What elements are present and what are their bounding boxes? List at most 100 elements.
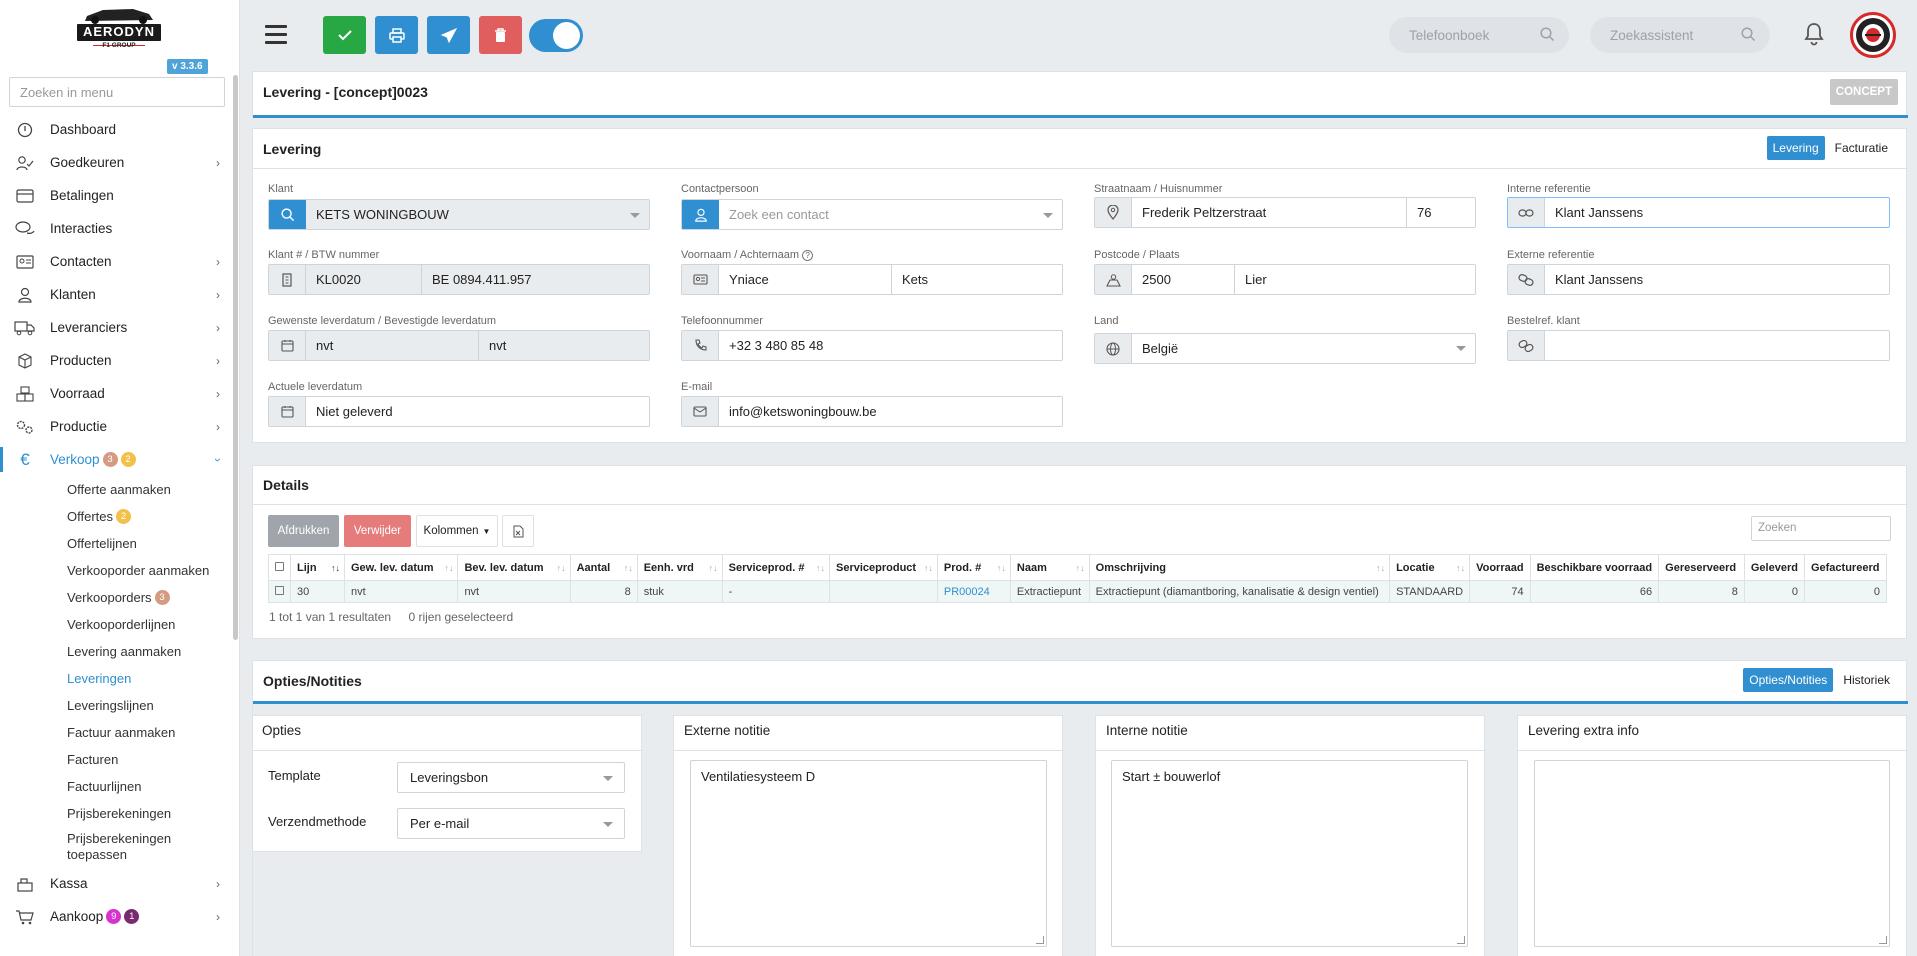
city-input[interactable]: Lier xyxy=(1234,265,1475,294)
sidebar-scrollbar[interactable] xyxy=(233,75,238,640)
phone-input[interactable]: +32 3 480 85 48 xyxy=(719,331,1062,360)
tab-facturatie[interactable]: Facturatie xyxy=(1829,136,1894,160)
col-prod-nr[interactable]: Prod. # ↑↓ xyxy=(936,554,1011,581)
col-gereserveerd[interactable]: Gereserveerd xyxy=(1658,554,1745,581)
klant-select[interactable]: KETS WONINGBOUW xyxy=(268,199,650,230)
resize-handle-icon[interactable] xyxy=(1036,936,1044,944)
submenu-verkooporders[interactable]: Verkooporders 3 xyxy=(0,584,232,611)
sidebar-item-interacties[interactable]: Interacties xyxy=(0,212,232,245)
tab-opties-notities[interactable]: Opties/Notities xyxy=(1743,668,1834,692)
col-naam[interactable]: Naam ↑↓ xyxy=(1009,554,1090,581)
col-label: Omschrijving xyxy=(1095,561,1166,574)
submenu-prijsberekeningen[interactable]: Prijsberekeningen xyxy=(0,800,232,827)
actual-date-input[interactable]: Niet geleverd xyxy=(306,397,649,426)
sidebar-item-leveranciers[interactable]: Leveranciers › xyxy=(0,311,232,344)
submenu-leveringslijnen[interactable]: Leveringslijnen xyxy=(0,692,232,719)
order-ref-input[interactable] xyxy=(1545,331,1889,360)
submenu-offerte-aanmaken[interactable]: Offerte aanmaken xyxy=(0,476,232,503)
submenu-factuurlijnen[interactable]: Factuurlijnen xyxy=(0,773,232,800)
chevron-right-icon: › xyxy=(216,910,220,924)
table-row[interactable]: 30 nvt nvt 8 stuk - PR00024 Extractiepun… xyxy=(268,580,1888,603)
delete-button[interactable] xyxy=(479,16,522,54)
sidebar-item-productie[interactable]: Productie › xyxy=(0,410,232,443)
sidebar-item-kassa[interactable]: Kassa › xyxy=(0,867,232,900)
external-note-textarea[interactable]: Ventilatiesysteem D xyxy=(690,760,1047,947)
sidebar-item-voorraad[interactable]: Voorraad › xyxy=(0,377,232,410)
select-all-checkbox[interactable] xyxy=(268,554,291,581)
avatar[interactable] xyxy=(1850,12,1896,58)
col-geleverd[interactable]: Geleverd xyxy=(1743,554,1805,581)
sidebar-item-aankoop[interactable]: Aankoop 9 1 › xyxy=(0,900,232,933)
resize-handle-icon[interactable] xyxy=(1879,936,1887,944)
col-locatie[interactable]: Locatie ↑↓ xyxy=(1389,554,1471,581)
submenu-prijsberekeningen-toepassen[interactable]: Prijsberekeningen toepassen xyxy=(0,827,232,867)
col-serviceprod-nr[interactable]: Serviceprod. # ↑↓ xyxy=(721,554,831,581)
contact-select[interactable]: Zoek een contact xyxy=(681,199,1063,230)
internal-note-text: Start ± bouwerlof xyxy=(1122,769,1221,784)
col-serviceproduct[interactable]: Serviceproduct ↑↓ xyxy=(829,554,938,581)
postcode-input[interactable]: 2500 xyxy=(1132,265,1234,294)
hamburger-menu-icon[interactable] xyxy=(265,25,287,44)
menu-search-input[interactable] xyxy=(9,77,225,107)
tab-historiek[interactable]: Historiek xyxy=(1837,668,1896,692)
bell-icon[interactable] xyxy=(1803,22,1825,49)
submenu-offertes[interactable]: Offertes 2 xyxy=(0,503,232,530)
sidebar-item-goedkeuren[interactable]: Goedkeuren › xyxy=(0,146,232,179)
col-voorraad[interactable]: Voorraad xyxy=(1469,554,1531,581)
firstname-input[interactable]: Yniace xyxy=(719,265,891,294)
shipping-method-select[interactable]: Per e-mail xyxy=(397,808,625,839)
external-ref-input[interactable]: Klant Janssens xyxy=(1545,265,1889,294)
aerodyn-logo[interactable]: AERODYN F1 GROUP xyxy=(73,4,165,54)
col-bev-lev-datum[interactable]: Bev. lev. datum ↑↓ xyxy=(457,554,571,581)
col-gefactureerd[interactable]: Gefactureerd xyxy=(1803,554,1888,581)
submenu-levering-aanmaken[interactable]: Levering aanmaken xyxy=(0,638,232,665)
submenu-offertelijnen[interactable]: Offertelijnen xyxy=(0,530,232,557)
street-input[interactable]: Frederik Peltzerstraat xyxy=(1132,198,1406,227)
question-circle-icon[interactable]: ? xyxy=(802,250,814,261)
print-button[interactable] xyxy=(375,16,418,54)
sidebar-item-contacten[interactable]: Contacten › xyxy=(0,245,232,278)
confirm-button[interactable] xyxy=(323,16,366,54)
internal-ref-input[interactable]: Klant Janssens xyxy=(1545,198,1889,227)
resize-handle-icon[interactable] xyxy=(1457,936,1465,944)
email-input[interactable]: info@ketswoningbouw.be xyxy=(719,397,1062,426)
phonebook-search[interactable]: Telefoonboek xyxy=(1389,17,1569,53)
toggle-switch[interactable] xyxy=(529,19,583,52)
col-lijn[interactable]: Lijn ↑↓ xyxy=(290,554,345,581)
sort-icon: ↑↓ xyxy=(1376,563,1386,573)
col-gew-lev-datum[interactable]: Gew. lev. datum ↑↓ xyxy=(343,554,459,581)
assistant-search[interactable]: Zoekassistent xyxy=(1590,17,1770,53)
internal-note-textarea[interactable]: Start ± bouwerlof xyxy=(1111,760,1468,947)
col-eenh-vrd[interactable]: Eenh. vrd ↑↓ xyxy=(636,554,723,581)
col-aantal[interactable]: Aantal ↑↓ xyxy=(569,554,638,581)
delete-row-button[interactable]: Verwijder xyxy=(344,515,411,547)
sidebar-item-producten[interactable]: Producten › xyxy=(0,344,232,377)
lastname-input[interactable]: Kets xyxy=(891,265,1062,294)
extra-info-textarea[interactable] xyxy=(1534,760,1890,947)
col-beschikbare-voorraad[interactable]: Beschikbare voorraad xyxy=(1529,554,1660,581)
submenu-factuur-aanmaken[interactable]: Factuur aanmaken xyxy=(0,719,232,746)
search-icon[interactable] xyxy=(269,200,306,229)
row-checkbox[interactable] xyxy=(268,580,291,603)
product-link[interactable]: PR00024 xyxy=(936,580,1011,603)
columns-dropdown[interactable]: Kolommen ▼ xyxy=(416,515,498,547)
sidebar-item-dashboard[interactable]: Dashboard xyxy=(0,113,232,146)
send-button[interactable] xyxy=(427,16,470,54)
export-excel-button[interactable] xyxy=(502,515,534,547)
template-select[interactable]: Leveringsbon xyxy=(397,762,625,793)
submenu-verkooporderlijnen[interactable]: Verkooporderlijnen xyxy=(0,611,232,638)
sidebar-item-betalingen[interactable]: Betalingen xyxy=(0,179,232,212)
sidebar-item-klanten[interactable]: Klanten › xyxy=(0,278,232,311)
house-number-input[interactable]: 76 xyxy=(1406,198,1475,227)
submenu-verkooporder-aanmaken[interactable]: Verkooporder aanmaken xyxy=(0,557,232,584)
tab-levering[interactable]: Levering xyxy=(1766,136,1825,160)
logo-subtitle: F1 GROUP xyxy=(102,42,136,49)
col-omschrijving[interactable]: Omschrijving ↑↓ xyxy=(1088,554,1391,581)
table-search-input[interactable]: Zoeken xyxy=(1751,516,1891,541)
print-table-button[interactable]: Afdrukken xyxy=(268,515,339,547)
submenu-facturen[interactable]: Facturen xyxy=(0,746,232,773)
internal-ref-field: Klant Janssens xyxy=(1507,197,1890,228)
country-select[interactable]: België xyxy=(1094,333,1476,364)
sidebar-item-verkoop[interactable]: € Verkoop 3 2 › xyxy=(0,443,232,476)
submenu-leveringen[interactable]: Leveringen xyxy=(0,665,232,692)
